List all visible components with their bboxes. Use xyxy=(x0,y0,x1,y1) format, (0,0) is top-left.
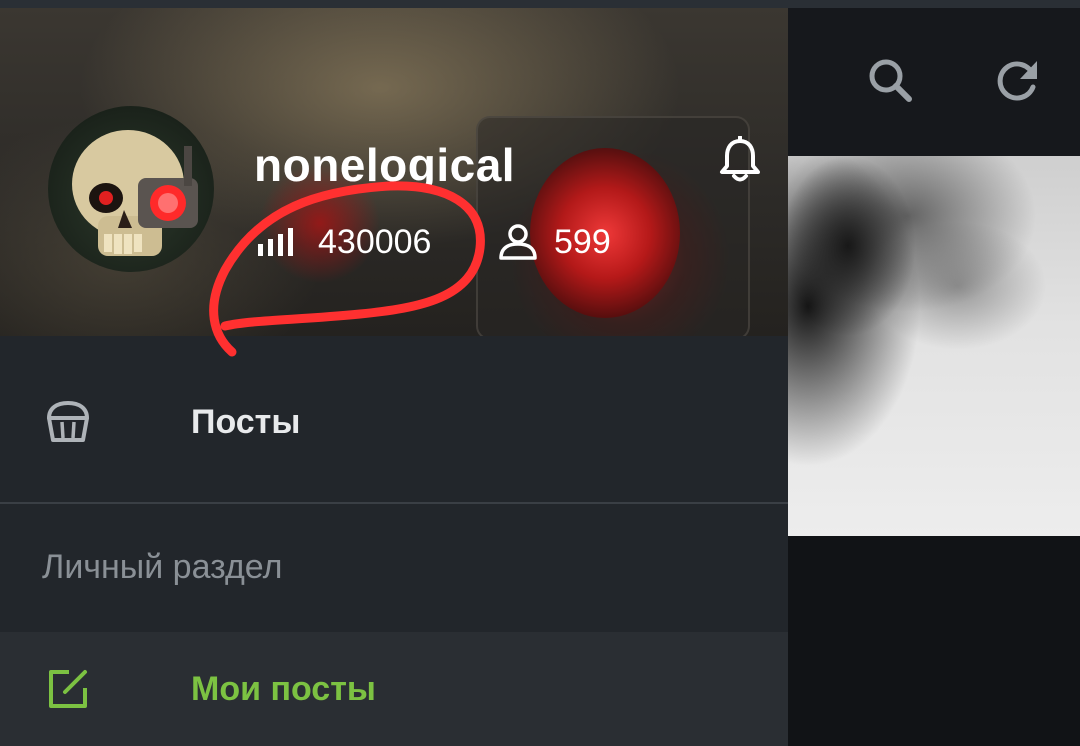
cupcake-icon xyxy=(47,401,89,442)
subscribers-stat: 599 xyxy=(498,218,611,266)
rating-stat: 430006 xyxy=(258,218,431,266)
main-content-area xyxy=(788,8,1080,746)
section-title-personal: Личный раздел xyxy=(42,548,283,586)
menu-item-label: Посты xyxy=(191,402,301,441)
subscribers-value: 599 xyxy=(554,222,611,261)
rating-value: 430006 xyxy=(318,222,432,261)
drawer-header: nonelogical 430006 599 xyxy=(0,8,788,336)
user-icon xyxy=(499,224,537,260)
refresh-icon xyxy=(997,61,1037,101)
rating-bars-icon xyxy=(258,228,293,256)
post-image[interactable] xyxy=(788,156,1080,536)
main-toolbar xyxy=(788,8,1080,156)
search-button[interactable] xyxy=(862,52,918,108)
search-icon xyxy=(869,59,912,102)
username[interactable]: nonelogical xyxy=(254,138,515,192)
refresh-button[interactable] xyxy=(990,52,1046,108)
status-bar xyxy=(0,0,1080,8)
navigation-drawer: nonelogical 430006 599 Посты Личный разд… xyxy=(0,8,788,746)
menu-item-posts[interactable]: Посты xyxy=(0,374,788,470)
menu-item-my-posts[interactable]: Мои посты xyxy=(0,632,788,746)
notifications-button[interactable] xyxy=(712,132,768,188)
main-content-bottom xyxy=(788,536,1080,746)
edit-icon xyxy=(49,670,87,708)
avatar[interactable] xyxy=(48,106,214,272)
menu-item-label: Мои посты xyxy=(191,669,376,708)
skull-avatar-image xyxy=(72,130,198,256)
divider xyxy=(0,502,788,504)
bell-icon xyxy=(720,136,760,182)
